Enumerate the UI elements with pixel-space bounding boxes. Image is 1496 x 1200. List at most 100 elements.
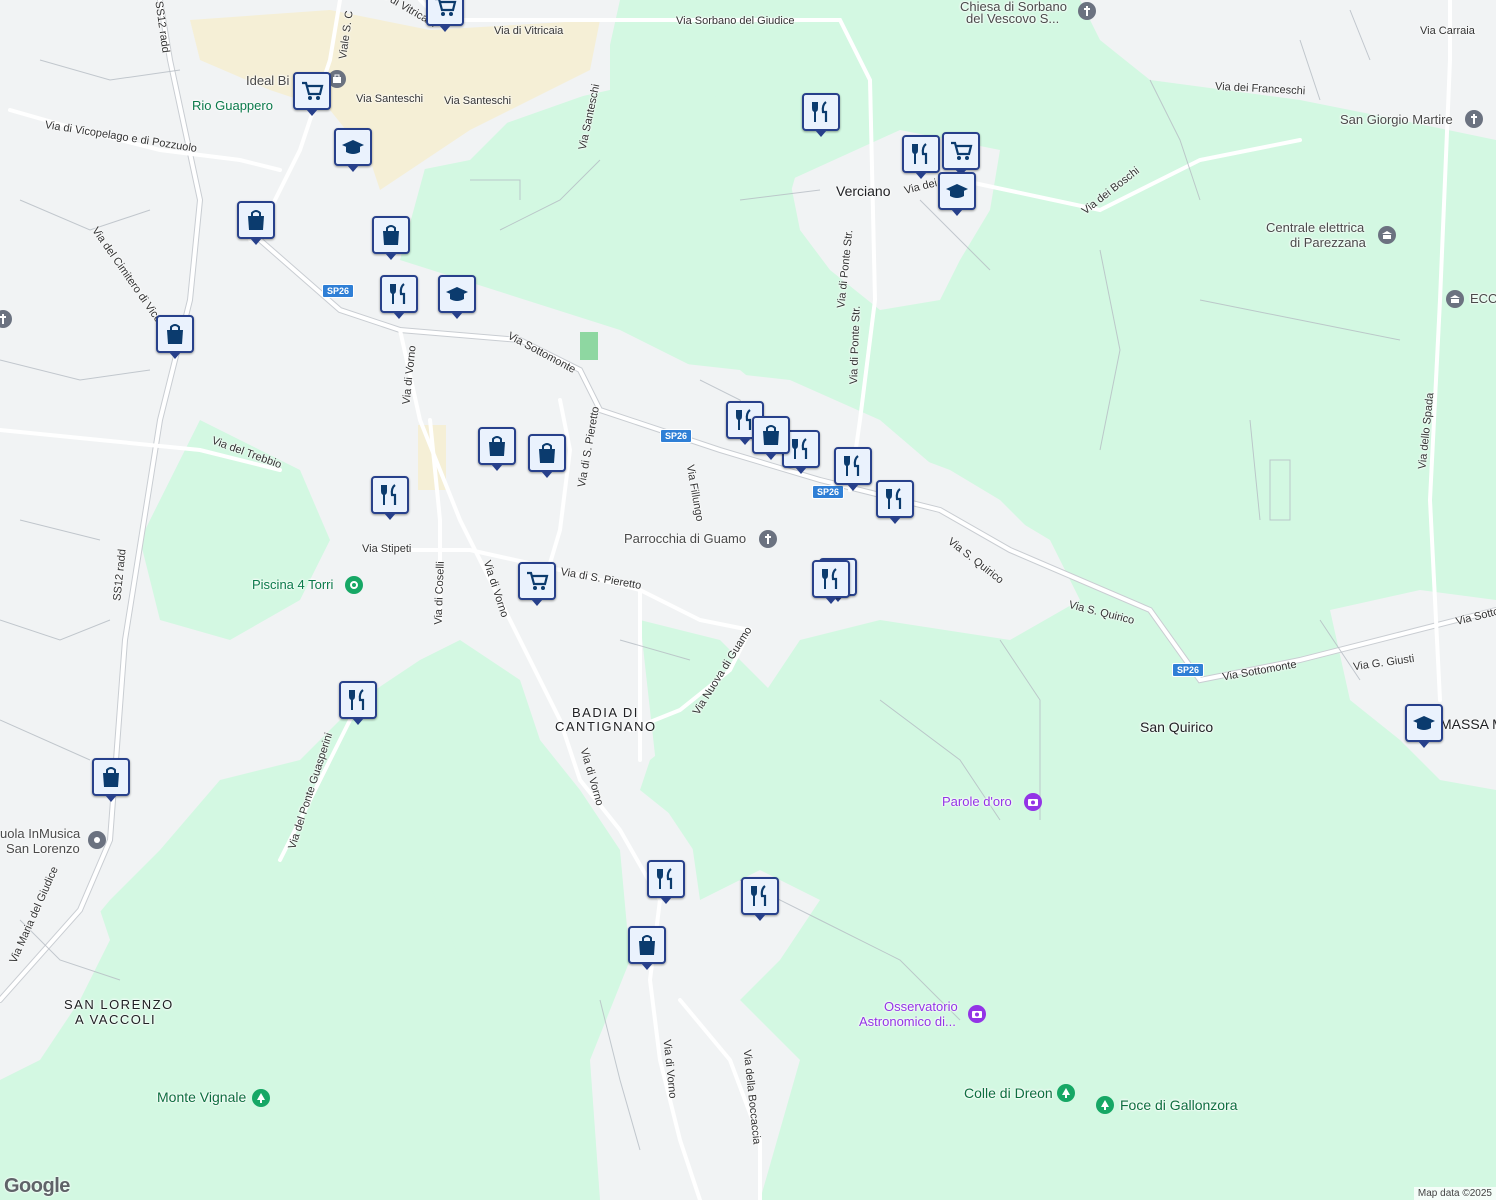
fork-knife-icon — [657, 868, 673, 889]
school-marker[interactable] — [334, 128, 372, 172]
restaurant-marker[interactable] — [802, 93, 840, 137]
google-logo: Google — [4, 1175, 70, 1197]
poi-chiesa-line2[interactable]: del Vescovo S... — [966, 12, 1059, 26]
shopping-cart-icon — [951, 141, 973, 160]
district-san-lorenzo-line1[interactable]: SAN LORENZO — [64, 998, 174, 1012]
route-shield: SP26 — [1172, 663, 1205, 677]
school-marker[interactable] — [1405, 704, 1443, 748]
poi-centrale-line2[interactable]: di Parezzana — [1290, 236, 1366, 250]
road-label: Via di Vitricaia — [494, 25, 564, 37]
poi-eco[interactable]: ECO — [1470, 292, 1496, 306]
restaurant-marker[interactable] — [812, 560, 850, 604]
shopping-marker[interactable] — [372, 216, 410, 260]
restaurant-marker[interactable] — [902, 135, 940, 179]
graduation-cap-icon — [946, 184, 968, 198]
music-school-pin-icon[interactable] — [88, 831, 106, 849]
poi-foce-di-gallonzora[interactable]: Foce di Gallonzora — [1120, 1098, 1238, 1112]
church-pin-icon[interactable] — [1078, 2, 1096, 20]
restaurant-marker[interactable] — [371, 476, 409, 520]
map-data-attribution: Map data ©2025 — [1413, 1187, 1496, 1200]
shopping-cart-icon — [527, 571, 549, 590]
poi-parole-doro[interactable]: Parole d'oro — [942, 795, 1012, 809]
road-label: Via Sorbano del Giudice — [676, 15, 795, 27]
poi-parrocchia[interactable]: Parrocchia di Guamo — [624, 532, 746, 546]
place-verciano[interactable]: Verciano — [836, 184, 890, 198]
poi-ideal-bi[interactable]: Ideal Bi — [246, 74, 289, 88]
shopping-cart-icon — [302, 81, 324, 100]
road-label: Via Santeschi — [356, 93, 424, 105]
road-label: Via di Ponte Str. — [847, 305, 863, 385]
poi-san-giorgio[interactable]: San Giorgio Martire — [1340, 113, 1453, 127]
district-badia-line1[interactable]: BADIA DI — [572, 706, 639, 720]
fork-knife-icon — [886, 488, 902, 509]
restaurant-marker[interactable] — [380, 275, 418, 319]
fork-knife-icon — [751, 885, 767, 906]
poi-osservatorio-line2[interactable]: Astronomico di... — [859, 1015, 956, 1029]
shopping-bag-icon — [248, 210, 264, 230]
restaurant-marker[interactable] — [647, 860, 685, 904]
building-pin-icon[interactable] — [1446, 290, 1464, 308]
district-badia-line2[interactable]: CANTIGNANO — [555, 720, 657, 734]
place-massa-macinaia[interactable]: MASSA MACINA — [1440, 717, 1496, 731]
graduation-cap-icon — [446, 287, 468, 301]
poi-rio-guappero[interactable]: Rio Guappero — [192, 99, 273, 113]
shopping-marker[interactable] — [752, 416, 790, 460]
route-shield: SP26 — [322, 284, 355, 298]
fork-knife-icon — [349, 689, 365, 710]
poi-scuola-line2[interactable]: San Lorenzo — [6, 842, 80, 856]
school-marker[interactable] — [938, 172, 976, 216]
poi-osservatorio-line1[interactable]: Osservatorio — [884, 1000, 958, 1014]
shopping-bag-icon — [763, 425, 779, 445]
road-label: Via Carraia — [1420, 25, 1475, 37]
fork-knife-icon — [844, 455, 860, 476]
fork-knife-icon — [822, 568, 838, 589]
church-pin-icon[interactable] — [759, 530, 777, 548]
shopping-marker[interactable] — [156, 315, 194, 359]
shopping-bag-icon — [639, 935, 655, 955]
peak-pin-icon[interactable] — [1096, 1096, 1114, 1114]
route-shield: SP26 — [660, 429, 693, 443]
school-marker[interactable] — [438, 275, 476, 319]
fork-knife-icon — [390, 283, 406, 304]
shopping-marker[interactable] — [237, 201, 275, 245]
map-canvas[interactable]: Verciano San Quirico MASSA MACINA BADIA … — [0, 0, 1496, 1200]
peak-pin-icon[interactable] — [252, 1089, 270, 1107]
restaurant-marker[interactable] — [834, 447, 872, 491]
poi-centrale-line1[interactable]: Centrale elettrica — [1266, 221, 1364, 235]
poi-colle-di-dreon[interactable]: Colle di Dreon — [964, 1086, 1053, 1100]
graduation-cap-icon — [1413, 716, 1435, 730]
grocery-marker[interactable] — [942, 132, 980, 176]
fork-knife-icon — [381, 484, 397, 505]
restaurant-marker[interactable] — [741, 877, 779, 921]
shopping-bag-icon — [489, 436, 505, 456]
building-pin-icon[interactable] — [1378, 226, 1396, 244]
poi-piscina[interactable]: Piscina 4 Torri — [252, 578, 333, 592]
shopping-bag-icon — [539, 443, 555, 463]
pool-pin-icon[interactable] — [345, 576, 363, 594]
road-label: Via di Coselli — [432, 561, 447, 625]
poi-scuola-line1[interactable]: uola InMusica — [0, 827, 80, 841]
road-label: Via Santeschi — [444, 95, 512, 107]
shopping-marker[interactable] — [92, 758, 130, 802]
grocery-marker[interactable] — [293, 72, 331, 116]
shopping-bag-icon — [103, 767, 119, 787]
shopping-marker[interactable] — [528, 434, 566, 478]
fork-knife-icon — [792, 438, 808, 459]
camera-pin-icon[interactable] — [968, 1005, 986, 1023]
church-pin-icon[interactable] — [1465, 110, 1483, 128]
shopping-bag-icon — [167, 324, 183, 344]
place-san-quirico[interactable]: San Quirico — [1140, 720, 1213, 734]
route-shield: SP26 — [812, 485, 845, 499]
restaurant-marker[interactable] — [876, 480, 914, 524]
restaurant-marker[interactable] — [339, 681, 377, 725]
camera-pin-icon[interactable] — [1024, 793, 1042, 811]
map-base-layer — [0, 0, 1496, 1200]
shopping-marker[interactable] — [628, 926, 666, 970]
district-san-lorenzo-line2[interactable]: A VACCOLI — [75, 1013, 156, 1027]
peak-pin-icon[interactable] — [1057, 1084, 1075, 1102]
grocery-marker[interactable] — [518, 562, 556, 606]
shopping-bag-icon — [383, 225, 399, 245]
poi-monte-vignale[interactable]: Monte Vignale — [157, 1090, 246, 1104]
shopping-marker[interactable] — [478, 427, 516, 471]
grocery-marker[interactable] — [426, 0, 464, 32]
